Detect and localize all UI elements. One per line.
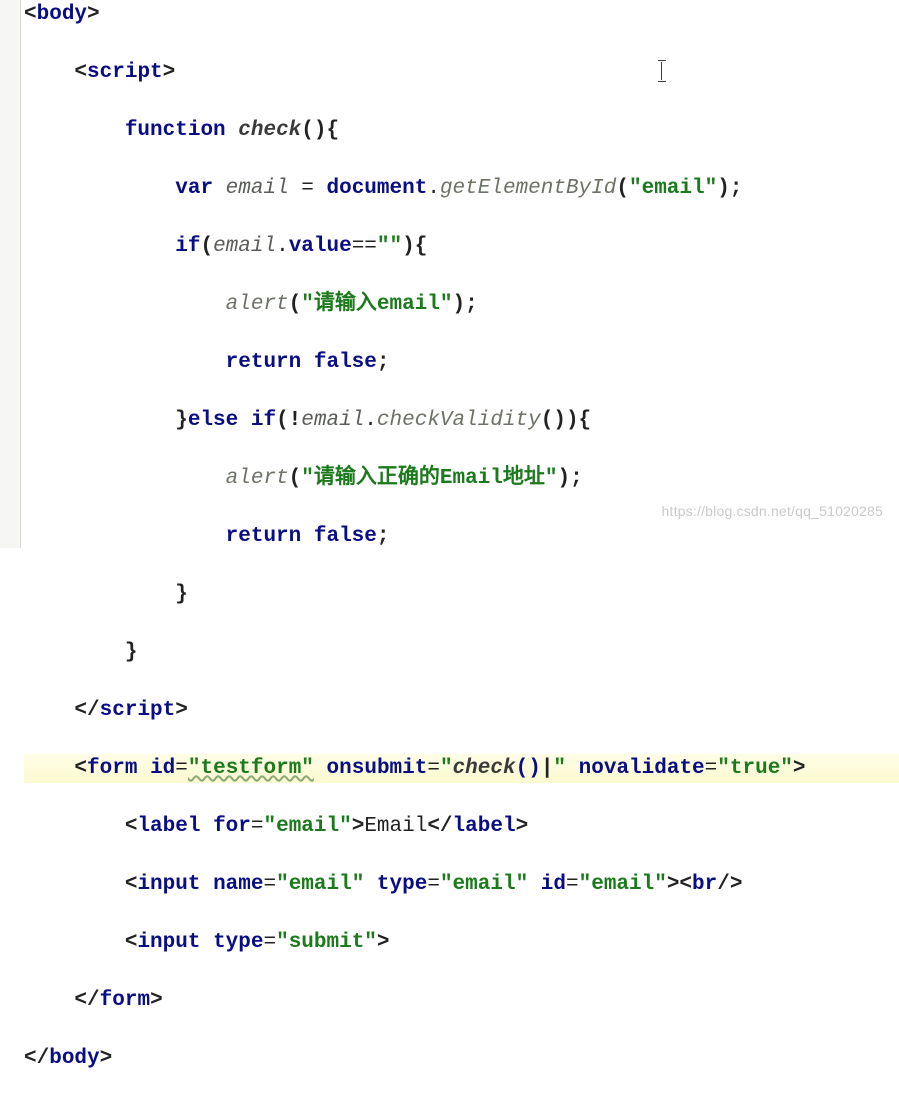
str-id: "email" xyxy=(579,873,667,896)
str-type: "email" xyxy=(440,873,528,896)
id-value: value xyxy=(289,235,352,258)
str-alert: "请输入正确的Email地址" xyxy=(301,467,557,490)
code-line[interactable]: }else if(!email.checkValidity()){ xyxy=(24,406,899,435)
code-line[interactable]: <script> xyxy=(24,58,899,87)
code-line[interactable]: var email = document.getElementById("ema… xyxy=(24,174,899,203)
watermark: https://blog.csdn.net/qq_51020285 xyxy=(662,497,883,526)
id-document: document xyxy=(327,177,428,200)
code-line[interactable]: </body> xyxy=(24,1044,899,1073)
tag-br: br xyxy=(692,873,717,896)
fn-alert: alert xyxy=(226,293,289,316)
gutter xyxy=(0,0,21,548)
tag-body: body xyxy=(49,1047,99,1070)
id-email: email xyxy=(213,235,276,258)
attr-name: name xyxy=(213,873,263,896)
id-email: email xyxy=(301,409,364,432)
id-email: email xyxy=(226,177,289,200)
code-line[interactable]: return false; xyxy=(24,522,899,551)
tag-script: script xyxy=(100,699,176,722)
code-line[interactable]: function check(){ xyxy=(24,116,899,145)
code-line[interactable]: </script> xyxy=(24,696,899,725)
code-line[interactable]: <body> xyxy=(24,0,899,29)
code-line[interactable]: alert("请输入正确的Email地址"); xyxy=(24,464,899,493)
tag-input: input xyxy=(137,873,200,896)
tag-input: input xyxy=(137,931,200,954)
code-line[interactable]: </form> xyxy=(24,986,899,1015)
code-line[interactable]: return false; xyxy=(24,348,899,377)
attr-onsubmit: onsubmit xyxy=(327,757,428,780)
str-empty: "" xyxy=(377,235,402,258)
tag-body: body xyxy=(37,3,87,26)
kw-return: return xyxy=(226,351,302,374)
code-line[interactable]: <input name="email" type="email" id="ema… xyxy=(24,870,899,899)
fn-alert: alert xyxy=(226,467,289,490)
kw-false: false xyxy=(314,525,377,548)
text-email: Email xyxy=(364,815,427,838)
code-line[interactable]: } xyxy=(24,580,899,609)
attr-for: for xyxy=(213,815,251,838)
fn-getElementById: getElementById xyxy=(440,177,616,200)
fn-checkValidity: checkValidity xyxy=(377,409,541,432)
str-alert: "请输入email" xyxy=(301,293,452,316)
kw-elseif: else if xyxy=(188,409,276,432)
attr-type: type xyxy=(213,931,263,954)
kw-return: return xyxy=(226,525,302,548)
code-line[interactable]: <label for="email">Email</label> xyxy=(24,812,899,841)
str-form-id: "testform" xyxy=(188,757,314,780)
tag-form: form xyxy=(87,757,137,780)
code-line[interactable]: } xyxy=(24,638,899,667)
tag-form: form xyxy=(100,989,150,1012)
attr-novalidate: novalidate xyxy=(579,757,705,780)
attr-type: type xyxy=(377,873,427,896)
kw-if: if xyxy=(175,235,200,258)
str-type: "submit" xyxy=(276,931,377,954)
str-novalidate: "true" xyxy=(717,757,793,780)
tag-label: label xyxy=(137,815,200,838)
code-line[interactable]: <input type="submit"> xyxy=(24,928,899,957)
attr-id: id xyxy=(150,757,175,780)
str-onsubmit: "check()|" xyxy=(440,757,566,780)
attr-id: id xyxy=(541,873,566,896)
str-name: "email" xyxy=(276,873,364,896)
str-email: "email" xyxy=(629,177,717,200)
code-line-current[interactable]: <form id="testform" onsubmit="check()|" … xyxy=(24,754,899,783)
kw-function: function xyxy=(125,119,226,142)
kw-var: var xyxy=(175,177,213,200)
code-line[interactable]: if(email.value==""){ xyxy=(24,232,899,261)
code-line[interactable]: alert("请输入email"); xyxy=(24,290,899,319)
str-for: "email" xyxy=(263,815,351,838)
code-editor[interactable]: <body> <script> function check(){ var em… xyxy=(0,0,899,1096)
tag-script: script xyxy=(87,61,163,84)
tag-label: label xyxy=(453,815,516,838)
fn-check: check xyxy=(238,119,301,142)
kw-false: false xyxy=(314,351,377,374)
